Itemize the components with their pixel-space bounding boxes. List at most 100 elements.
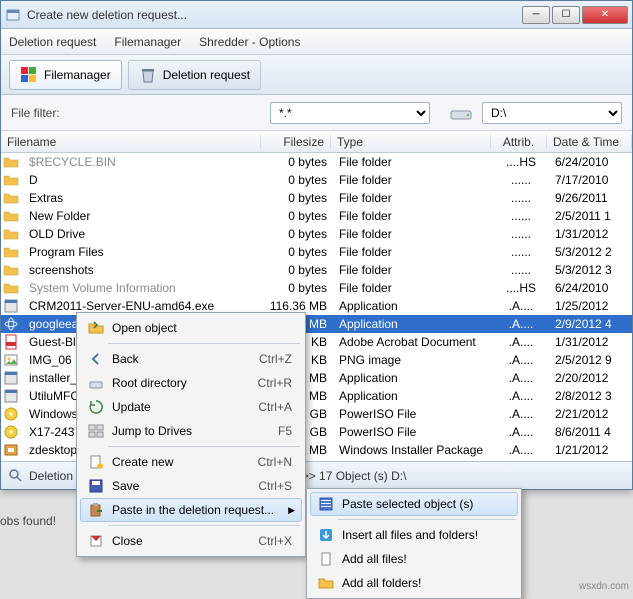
exe-icon	[3, 388, 19, 404]
cell-attrib: .A....	[493, 371, 549, 385]
watermark: wsxdn.com	[579, 581, 629, 592]
cell-type: Windows Installer Package	[333, 443, 493, 457]
cell-date: 2/5/2011 1	[549, 209, 632, 223]
table-row[interactable]: D0 bytes File folder......7/17/2010	[1, 171, 632, 189]
menu-item-add-all-files[interactable]: Add all files!	[310, 547, 518, 571]
menu-item-label: Open object	[106, 321, 296, 335]
folder-icon	[3, 226, 19, 242]
cell-filesize: 0 bytes	[263, 209, 333, 223]
menu-shortcut: Ctrl+A	[258, 400, 296, 414]
col-attrib[interactable]: Attrib.	[491, 135, 547, 149]
folder-icon	[3, 262, 19, 278]
minimize-button[interactable]: ─	[522, 6, 550, 24]
cell-type: Adobe Acrobat Document	[333, 335, 493, 349]
cell-filesize: 0 bytes	[263, 245, 333, 259]
menu-deletion-request[interactable]: Deletion request	[9, 35, 96, 49]
cell-type: PNG image	[333, 353, 493, 367]
png-icon	[3, 352, 19, 368]
menu-item-create-new[interactable]: Create newCtrl+N	[80, 450, 302, 474]
menu-item-label: Back	[106, 352, 259, 366]
close-button[interactable]: ✕	[582, 6, 628, 24]
cell-filesize: 0 bytes	[263, 155, 333, 169]
table-row[interactable]: screenshots0 bytes File folder......5/3/…	[1, 261, 632, 279]
tab-filemanager[interactable]: Filemanager	[9, 60, 122, 90]
cell-date: 5/3/2012 3	[549, 263, 632, 277]
menu-item-open-object[interactable]: Open object	[80, 316, 302, 340]
cell-date: 7/17/2010	[549, 173, 632, 187]
cell-filename: Program Files	[23, 245, 263, 259]
drive-combo[interactable]: D:\	[482, 102, 622, 124]
menu-shortcut: Ctrl+X	[258, 534, 296, 548]
cell-attrib: ......	[493, 173, 549, 187]
maximize-button[interactable]: ☐	[552, 6, 580, 24]
cell-date: 6/24/2010	[549, 281, 632, 295]
tabbar: Filemanager Deletion request	[1, 55, 632, 95]
menubar: Deletion request Filemanager Shredder - …	[1, 29, 632, 55]
menu-item-label: Paste in the deletion request...	[106, 503, 296, 517]
menu-item-label: Paste selected object (s)	[336, 497, 512, 511]
table-row[interactable]: Program Files0 bytes File folder......5/…	[1, 243, 632, 261]
menu-filemanager[interactable]: Filemanager	[114, 35, 181, 49]
menu-separator	[108, 446, 300, 447]
add-folders-icon	[316, 575, 336, 591]
new-icon	[86, 454, 106, 470]
menu-item-paste-selected-object-s[interactable]: Paste selected object (s)	[310, 492, 518, 516]
paste-sel-icon	[316, 496, 336, 512]
menu-item-jump-to-drives[interactable]: Jump to DrivesF5	[80, 419, 302, 443]
menu-separator	[108, 525, 300, 526]
table-row[interactable]: System Volume Information0 bytes File fo…	[1, 279, 632, 297]
tab-deletion-request[interactable]: Deletion request	[128, 60, 261, 90]
cell-filesize: 0 bytes	[263, 263, 333, 277]
cell-filename: OLD Drive	[23, 227, 263, 241]
file-filter-combo[interactable]: *.*	[270, 102, 430, 124]
drives-icon	[86, 423, 106, 439]
menu-item-close[interactable]: CloseCtrl+X	[80, 529, 302, 553]
cell-date: 5/3/2012 2	[549, 245, 632, 259]
cell-attrib: ......	[493, 245, 549, 259]
cell-type: File folder	[333, 281, 493, 295]
menu-item-paste-in-the-deletion-request[interactable]: Paste in the deletion request...▶	[80, 498, 302, 522]
cell-date: 1/31/2012	[549, 227, 632, 241]
cell-date: 1/21/2012	[549, 443, 632, 457]
cell-attrib: .A....	[493, 335, 549, 349]
menu-item-add-all-folders[interactable]: Add all folders!	[310, 571, 518, 595]
col-filename[interactable]: Filename	[1, 135, 261, 149]
menu-item-insert-all-files-and-folders[interactable]: Insert all files and folders!	[310, 523, 518, 547]
cell-type: Application	[333, 389, 493, 403]
cell-date: 1/31/2012	[549, 335, 632, 349]
cell-filesize: 0 bytes	[263, 281, 333, 295]
menu-shredder-options[interactable]: Shredder - Options	[199, 35, 300, 49]
file-filter-label: File filter:	[11, 106, 60, 120]
menu-item-root-directory[interactable]: Root directoryCtrl+R	[80, 371, 302, 395]
cell-attrib: ......	[493, 209, 549, 223]
root-icon	[86, 375, 106, 391]
cell-attrib: ......	[493, 191, 549, 205]
tab-label: Filemanager	[44, 68, 111, 82]
cell-type: PowerISO File	[333, 407, 493, 421]
menu-item-update[interactable]: UpdateCtrl+A	[80, 395, 302, 419]
app-icon	[5, 7, 21, 23]
menu-item-save[interactable]: SaveCtrl+S	[80, 474, 302, 498]
col-filesize[interactable]: Filesize	[261, 135, 331, 149]
cell-filesize: 116.36 MB	[263, 299, 333, 313]
back-icon	[86, 351, 106, 367]
cell-type: File folder	[333, 155, 493, 169]
iso-icon	[3, 424, 19, 440]
titlebar[interactable]: Create new deletion request... ─ ☐ ✕	[1, 1, 632, 29]
table-row[interactable]: Extras0 bytes File folder......9/26/2011	[1, 189, 632, 207]
menu-item-back[interactable]: BackCtrl+Z	[80, 347, 302, 371]
folder-icon	[3, 244, 19, 260]
cell-date: 9/26/2011	[549, 191, 632, 205]
col-type[interactable]: Type	[331, 135, 491, 149]
exe-icon	[3, 370, 19, 386]
cell-date: 2/21/2012	[549, 407, 632, 421]
update-icon	[86, 399, 106, 415]
menu-shortcut: F5	[278, 424, 296, 438]
table-row[interactable]: $RECYCLE.BIN0 bytes File folder....HS6/2…	[1, 153, 632, 171]
cell-filename: screenshots	[23, 263, 263, 277]
open-icon	[86, 320, 106, 336]
table-row[interactable]: OLD Drive0 bytes File folder......1/31/2…	[1, 225, 632, 243]
table-row[interactable]: New Folder0 bytes File folder......2/5/2…	[1, 207, 632, 225]
add-files-icon	[316, 551, 336, 567]
col-date[interactable]: Date & Time	[547, 135, 632, 149]
